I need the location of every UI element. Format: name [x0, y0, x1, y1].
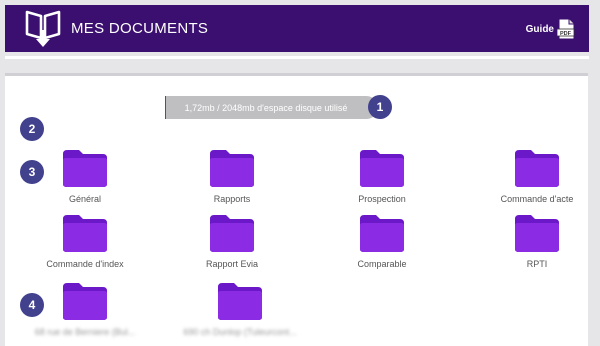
- step-badge-1: 1: [368, 95, 392, 119]
- step-badge-2: 2: [20, 117, 44, 141]
- folder-label: Général: [68, 194, 102, 204]
- pdf-file-icon[interactable]: PDF: [557, 18, 575, 40]
- folder-label: 68 rue de Berniere (Bul...: [34, 327, 136, 337]
- folder-rpti[interactable]: RPTI: [477, 213, 597, 269]
- documents-panel: 1,72mb / 2048mb d'espace disque utilisé …: [5, 73, 588, 346]
- folder-icon: [218, 283, 262, 320]
- folder-rapports[interactable]: Rapports: [172, 148, 292, 204]
- folder-icon: [515, 150, 559, 187]
- folder-property-1[interactable]: 68 rue de Berniere (Bul...: [25, 281, 145, 337]
- folder-icon: [360, 150, 404, 187]
- folder-general[interactable]: Général: [25, 148, 145, 204]
- book-download-icon: [25, 10, 61, 47]
- folder-label: Rapports: [213, 194, 251, 204]
- storage-usage-bar: 1,72mb / 2048mb d'espace disque utilisé: [165, 96, 378, 119]
- folder-icon: [63, 150, 107, 187]
- guide-label: Guide: [525, 23, 554, 35]
- folder-rapport-evia[interactable]: Rapport Evia: [172, 213, 292, 269]
- app-header: MES DOCUMENTS Guide PDF: [5, 5, 589, 52]
- folder-label: Prospection: [358, 194, 406, 204]
- guide-link[interactable]: Guide PDF: [526, 18, 575, 40]
- folder-icon: [210, 150, 254, 187]
- folder-prospection[interactable]: Prospection: [322, 148, 442, 204]
- folder-label: 690 ch Dunlop (Tuleurcont...: [183, 327, 297, 337]
- folder-commande-index[interactable]: Commande d'index: [25, 213, 145, 269]
- folder-label: Comparable: [357, 259, 407, 269]
- folder-commande-acte[interactable]: Commande d'acte: [477, 148, 597, 204]
- folder-icon: [360, 215, 404, 252]
- folder-icon: [63, 283, 107, 320]
- folder-property-2[interactable]: 690 ch Dunlop (Tuleurcont...: [180, 281, 300, 337]
- folder-comparable[interactable]: Comparable: [322, 213, 442, 269]
- page-title: MES DOCUMENTS: [71, 20, 209, 37]
- pdf-badge-text: PDF: [560, 31, 572, 37]
- folder-icon: [63, 215, 107, 252]
- folder-label: Commande d'acte: [500, 194, 574, 204]
- folder-icon: [515, 215, 559, 252]
- folder-icon: [210, 215, 254, 252]
- folder-label: Commande d'index: [46, 259, 124, 269]
- folder-label: Rapport Evia: [205, 259, 259, 269]
- header-divider: [5, 56, 589, 59]
- folder-label: RPTI: [526, 259, 548, 269]
